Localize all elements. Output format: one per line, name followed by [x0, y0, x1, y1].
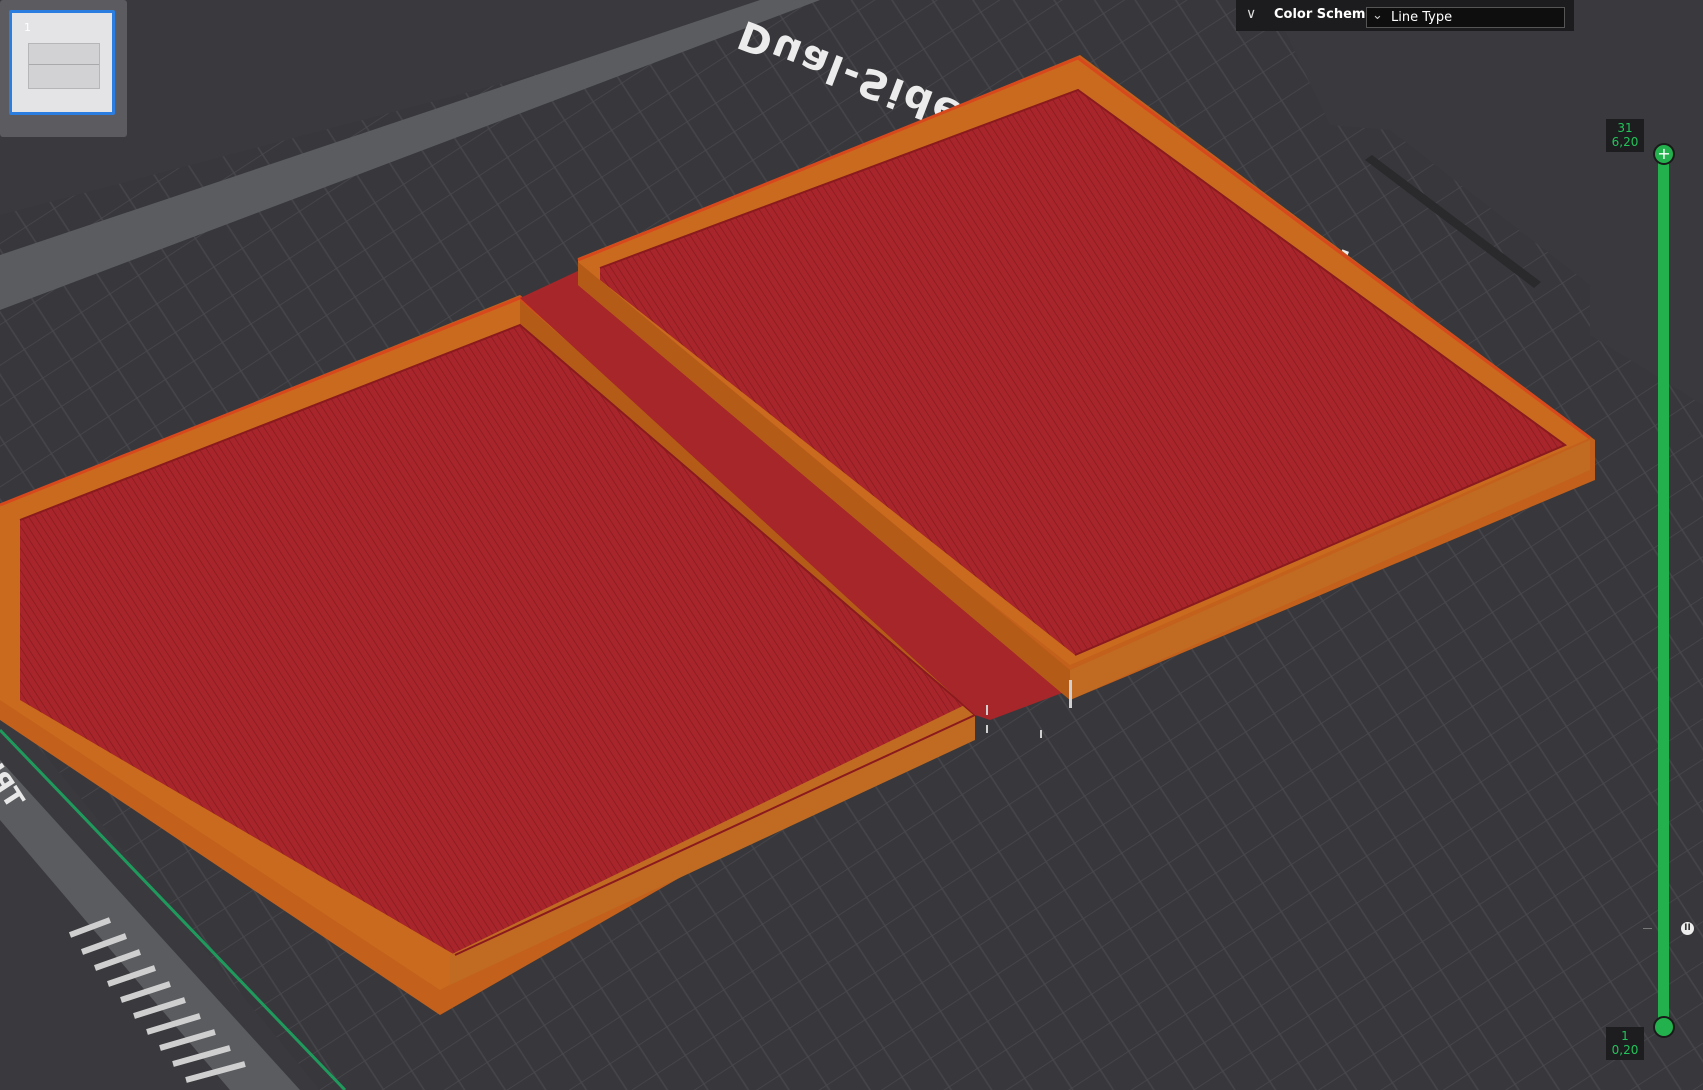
color-scheme-label: Color Scheme [1274, 7, 1375, 22]
chevron-down-icon: ⌄ [1372, 8, 1383, 23]
top-layer-height: 6,20 [1611, 135, 1639, 149]
top-layer-number: 31 [1617, 121, 1633, 135]
build-plate-scene[interactable]: Dual-Sided Textured PEI Pl TPU/PC [0, 0, 1703, 1090]
color-scheme-panel: ∨ Color Scheme ⌄ Line Type [1236, 0, 1574, 31]
bottom-layer-label: 1 0,20 [1606, 1027, 1644, 1060]
plate-number: 1 [24, 21, 31, 34]
top-layer-handle[interactable]: + [1653, 143, 1675, 165]
plate-thumbnail[interactable]: 1 [9, 10, 115, 115]
bottom-layer-number: 1 [1621, 1029, 1629, 1043]
top-layer-label: 31 6,20 [1606, 119, 1644, 152]
bottom-layer-handle[interactable] [1653, 1016, 1675, 1038]
color-scheme-dropdown[interactable]: ⌄ Line Type [1366, 7, 1565, 28]
color-scheme-value: Line Type [1391, 10, 1453, 25]
plate-thumbnail-panel: 1 [0, 0, 127, 137]
slider-tick [1643, 928, 1652, 929]
plate-thumbnail-preview [28, 43, 100, 89]
pause-icon[interactable]: II [1681, 922, 1694, 935]
layer-slider-track[interactable] [1658, 152, 1669, 1029]
bottom-layer-height: 0,20 [1611, 1043, 1639, 1057]
double-chevron-down-icon[interactable]: ∨ [1246, 6, 1256, 22]
3d-viewport[interactable]: Dual-Sided Textured PEI Pl TPU/PC [0, 0, 1703, 1090]
